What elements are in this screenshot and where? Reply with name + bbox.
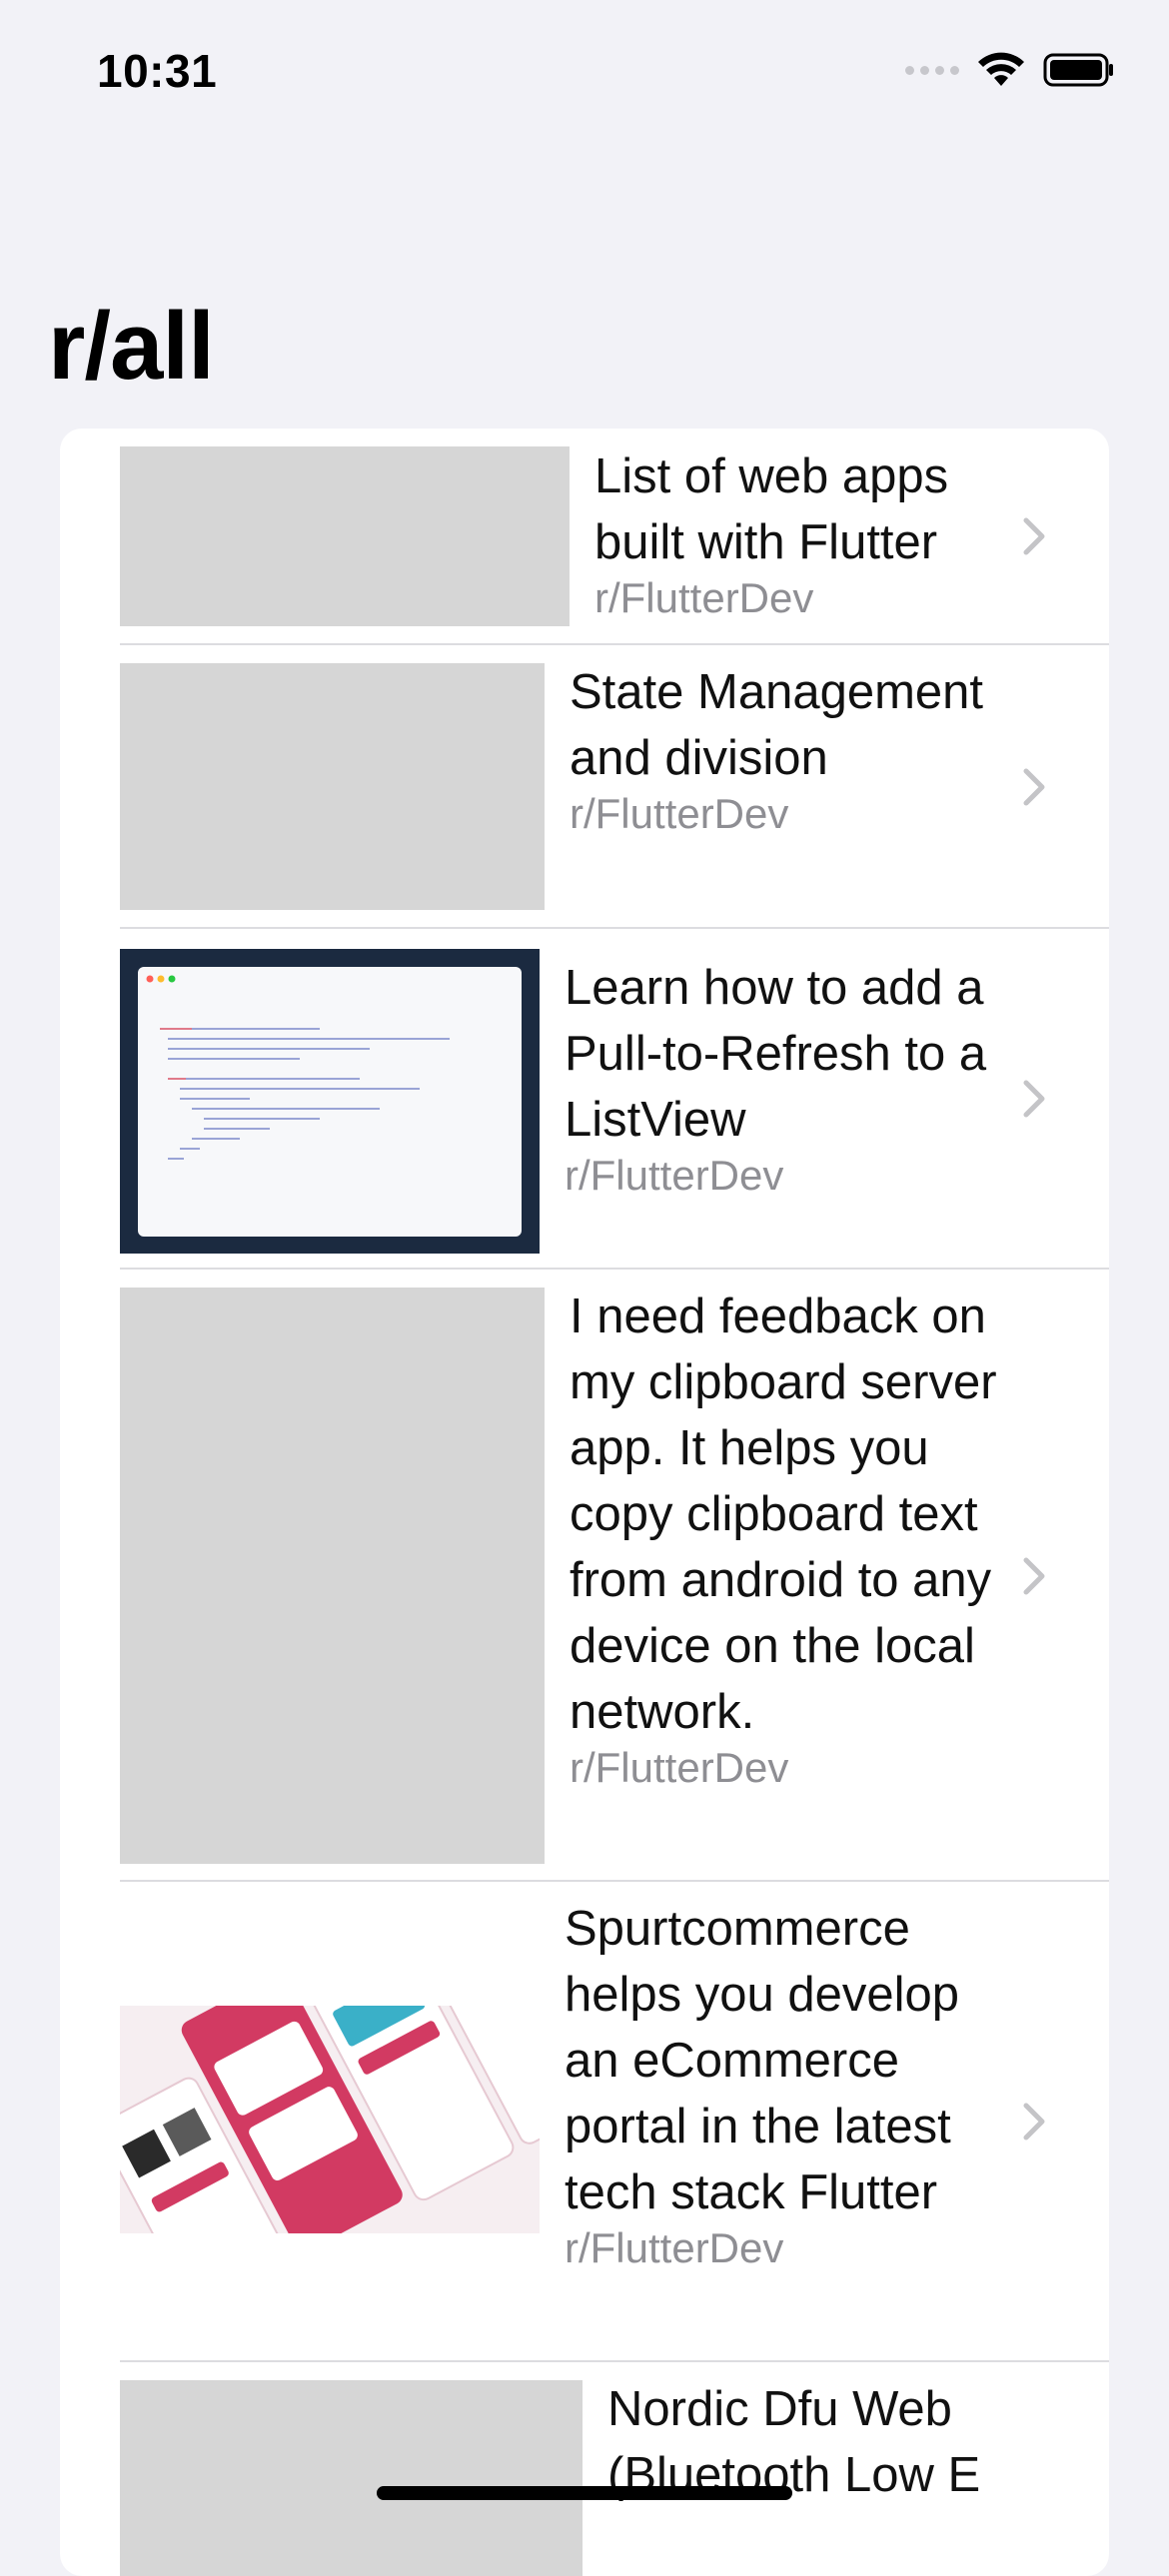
post-row[interactable]: I need feedback on my clipboard server a… [60, 1270, 1109, 1882]
post-subreddit: r/FlutterDev [570, 1744, 789, 1791]
post-row[interactable]: State Management and division r/FlutterD… [60, 645, 1109, 929]
post-title: Spurtcommerce helps you develop an eComm… [565, 1902, 960, 2219]
post-row[interactable]: Nordic Dfu Web (Bluetooth Low E [60, 2362, 1109, 2576]
post-row[interactable]: Spurtcommerce helps you develop an eComm… [60, 1882, 1109, 2362]
ecommerce-mockup-image [120, 2006, 540, 2233]
status-bar: 10:31 [0, 0, 1169, 150]
chevron-right-icon [1023, 2103, 1045, 2141]
post-subreddit: r/FlutterDev [565, 1152, 784, 1199]
status-icons [905, 52, 1115, 88]
post-text: List of web apps built with Flutter r/Fl… [594, 443, 1014, 623]
post-title: I need feedback on my clipboard server a… [570, 1289, 997, 1739]
post-title: List of web apps built with Flutter [594, 449, 949, 569]
post-title: Learn how to add a Pull-to-Refresh to a … [565, 961, 987, 1147]
post-thumbnail [120, 663, 545, 910]
post-subreddit: r/FlutterDev [594, 574, 814, 621]
post-text: State Management and division r/FlutterD… [570, 659, 1014, 839]
wifi-icon [978, 52, 1024, 86]
home-indicator[interactable] [377, 2486, 792, 2500]
post-thumbnail [120, 1288, 545, 1864]
post-list: List of web apps built with Flutter r/Fl… [60, 429, 1109, 2576]
post-thumbnail [120, 2380, 583, 2576]
post-subreddit: r/FlutterDev [565, 2224, 784, 2271]
chevron-right-icon [1023, 1080, 1045, 1118]
post-text: I need feedback on my clipboard server a… [570, 1284, 1019, 1793]
battery-icon [1043, 53, 1113, 87]
post-row[interactable]: List of web apps built with Flutter r/Fl… [60, 429, 1109, 645]
page-title: r/all [48, 293, 215, 400]
chevron-right-icon [1023, 1557, 1045, 1595]
post-text: Spurtcommerce helps you develop an eComm… [565, 1896, 1024, 2273]
post-thumbnail [120, 446, 570, 626]
post-title: State Management and division [570, 665, 984, 785]
status-time: 10:31 [97, 45, 218, 97]
post-row[interactable]: Learn how to add a Pull-to-Refresh to a … [60, 929, 1109, 1270]
post-subreddit: r/FlutterDev [570, 790, 789, 837]
cellular-signal-icon [905, 65, 959, 75]
post-text: Learn how to add a Pull-to-Refresh to a … [565, 955, 1014, 1201]
chevron-right-icon [1023, 768, 1045, 806]
code-screenshot-image [120, 949, 540, 1254]
chevron-right-icon [1023, 517, 1045, 555]
